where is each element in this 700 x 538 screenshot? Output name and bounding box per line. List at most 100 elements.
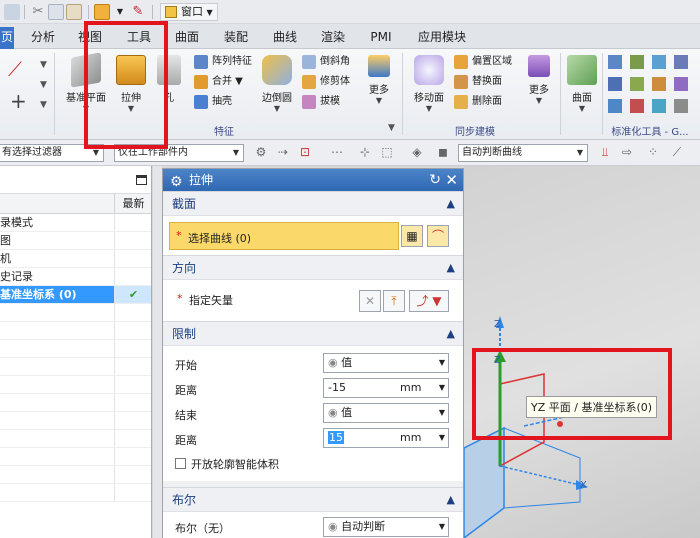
tab-analysis[interactable]: 分析 bbox=[28, 29, 58, 49]
edge-blend-button[interactable]: 边倒圆 ▼ bbox=[258, 55, 296, 113]
section-header[interactable]: 限制 ▲ bbox=[163, 321, 463, 345]
maximize-icon[interactable] bbox=[136, 175, 147, 185]
tab-surface[interactable]: 曲面 bbox=[172, 29, 202, 49]
select-box-icon[interactable]: ⬚ bbox=[380, 145, 394, 159]
list-item[interactable]: 录模式 bbox=[0, 214, 151, 232]
list-item[interactable]: 图 bbox=[0, 232, 151, 250]
dialog-titlebar[interactable]: ⚙ 拉伸 ↻ ✕ bbox=[163, 169, 463, 191]
tool-icon[interactable] bbox=[608, 77, 622, 91]
filter-icon[interactable]: ⇢ bbox=[276, 145, 290, 159]
face-rule-icon[interactable]: ◈ bbox=[410, 145, 424, 159]
list-item[interactable]: 史记录 bbox=[0, 268, 151, 286]
tool-icon[interactable] bbox=[630, 55, 644, 69]
tool-icon[interactable] bbox=[652, 99, 666, 113]
value-icon: ◉ bbox=[328, 356, 338, 369]
tab-applications[interactable]: 应用模块 bbox=[414, 29, 470, 49]
move-face-button[interactable]: 移动面 ▼ bbox=[410, 55, 448, 113]
reverse-direction-icon[interactable]: ✕ bbox=[359, 290, 381, 312]
chamfer-button[interactable]: 倒斜角 bbox=[302, 53, 350, 71]
tool-icon[interactable] bbox=[652, 55, 666, 69]
section-header[interactable]: 方向 ▲ bbox=[163, 255, 463, 279]
tab-home[interactable]: 页 bbox=[0, 27, 14, 49]
chamfer-label: 倒斜角 bbox=[320, 56, 350, 67]
highlight-box-csys bbox=[472, 348, 672, 440]
vector-type-select[interactable]: ⤴ ▼ bbox=[409, 290, 449, 312]
edge-blend-icon bbox=[262, 55, 292, 85]
menu-icon[interactable] bbox=[4, 4, 20, 20]
tool-icon[interactable] bbox=[630, 77, 644, 91]
chevron-up-icon: ▲ bbox=[446, 493, 455, 506]
list-item[interactable]: 机 bbox=[0, 250, 151, 268]
tool-icon[interactable] bbox=[608, 55, 622, 69]
tool-icon[interactable] bbox=[630, 99, 644, 113]
cut-icon[interactable]: ✂ bbox=[30, 4, 46, 20]
follow-fillet-icon[interactable]: ⇨ bbox=[620, 145, 634, 159]
tool-icon[interactable] bbox=[674, 55, 688, 69]
curve-icon[interactable]: ⌒ bbox=[427, 225, 449, 247]
snap-icon[interactable]: ⚙ bbox=[254, 145, 268, 159]
surface-button[interactable]: 曲面 ▼ bbox=[566, 55, 598, 113]
boolean-select[interactable]: ◉ 自动判断 ▼ bbox=[323, 517, 449, 537]
more-feature-button[interactable]: 更多 ▼ bbox=[364, 55, 394, 105]
touch-mode-icon[interactable] bbox=[94, 4, 110, 20]
tab-curve[interactable]: 曲线 bbox=[270, 29, 300, 49]
copy-icon[interactable] bbox=[48, 4, 64, 20]
end-distance-input[interactable]: 15 mm ▼ bbox=[323, 428, 449, 448]
draft-button[interactable]: 拔模 bbox=[302, 93, 340, 111]
column-latest[interactable]: 最新 bbox=[114, 194, 152, 214]
body-icon[interactable]: ◼ bbox=[436, 145, 450, 159]
tool-icon[interactable] bbox=[608, 99, 622, 113]
midpoint-icon[interactable]: ⊹ bbox=[358, 145, 372, 159]
tab-assembly[interactable]: 装配 bbox=[221, 29, 251, 49]
direction-body: * 指定矢量 ✕ ⤒ ⤴ ▼ bbox=[163, 279, 463, 321]
pencil-icon[interactable]: ✎ bbox=[130, 4, 146, 20]
offset-region-button[interactable]: 偏置区域 bbox=[454, 53, 512, 71]
start-distance-input[interactable]: -15 mm ▼ bbox=[323, 378, 449, 398]
more-sync-button[interactable]: 更多 ▼ bbox=[524, 55, 554, 105]
point-snap-icon[interactable]: ⊡ bbox=[298, 145, 312, 159]
tool-icon[interactable] bbox=[674, 77, 688, 91]
group-expand-icon[interactable]: ▼ bbox=[388, 123, 395, 133]
unite-button[interactable]: 合并 ▼ bbox=[194, 73, 243, 91]
endpoint-icon[interactable]: ⋯ bbox=[330, 145, 344, 159]
sketch-section-icon[interactable]: ▦ bbox=[401, 225, 423, 247]
open-profile-checkbox[interactable] bbox=[175, 458, 186, 469]
start-select[interactable]: ◉ 值 ▼ bbox=[323, 353, 449, 373]
tool-icon[interactable] bbox=[652, 77, 666, 91]
tab-render[interactable]: 渲染 bbox=[318, 29, 348, 49]
dropdown-icon[interactable]: ▼ bbox=[112, 4, 128, 20]
list-item bbox=[0, 358, 151, 376]
path-icon[interactable]: ⟋ bbox=[670, 145, 684, 159]
list-item-label: 机 bbox=[0, 252, 11, 265]
trim-body-button[interactable]: 修剪体 bbox=[302, 73, 350, 91]
shell-button[interactable]: 抽壳 bbox=[194, 93, 232, 111]
end-distance-value: 15 bbox=[328, 431, 344, 444]
chain-icon[interactable]: ⁘ bbox=[646, 145, 660, 159]
reset-icon[interactable]: ↻ bbox=[429, 169, 441, 191]
delete-face-button[interactable]: 删除面 bbox=[454, 93, 502, 111]
window-menu[interactable]: 窗口 ▼ bbox=[160, 3, 218, 21]
section-header[interactable]: 截面 ▲ bbox=[163, 191, 463, 215]
stop-at-intersection-icon[interactable]: ⫫ bbox=[598, 145, 612, 159]
x-axis[interactable] bbox=[499, 465, 585, 487]
curve-rule-select[interactable]: 自动判断曲线 ▼ bbox=[458, 144, 588, 162]
end-select[interactable]: ◉ 值 ▼ bbox=[323, 403, 449, 423]
replace-face-button[interactable]: 替换面 bbox=[454, 73, 502, 91]
section-header[interactable]: 布尔 ▲ bbox=[163, 487, 463, 511]
select-curve-row[interactable]: * 选择曲线 (0) bbox=[169, 222, 399, 250]
list-item-label: 史记录 bbox=[0, 270, 33, 283]
gear-icon[interactable]: ⚙ bbox=[170, 171, 183, 193]
point-icon[interactable]: + bbox=[10, 89, 27, 113]
datum-plane-xz[interactable] bbox=[464, 426, 505, 538]
tab-pmi[interactable]: PMI bbox=[366, 29, 396, 49]
surface-icon bbox=[567, 55, 597, 85]
close-icon[interactable]: ✕ bbox=[445, 169, 458, 191]
vector-dialog-icon[interactable]: ⤒ bbox=[383, 290, 405, 312]
tool-icon[interactable] bbox=[674, 99, 688, 113]
mini-dropdowns[interactable]: ▼ ▼ ▼ bbox=[40, 55, 47, 115]
paste-icon[interactable] bbox=[66, 4, 82, 20]
splitter[interactable] bbox=[153, 166, 162, 538]
pattern-feature-button[interactable]: 阵列特征 bbox=[194, 53, 252, 71]
list-item-datum-csys[interactable]: 基准坐标系 (0) ✔ bbox=[0, 286, 151, 304]
line-icon[interactable]: ⟋ bbox=[8, 57, 34, 83]
